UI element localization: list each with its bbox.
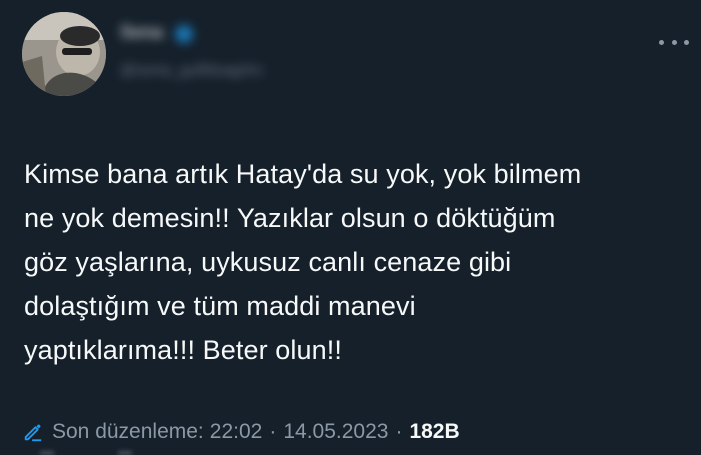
avatar[interactable] — [22, 12, 106, 96]
separator: · — [269, 420, 277, 443]
verified-badge-icon — [175, 24, 194, 43]
edited-label[interactable]: Son düzenleme: — [52, 420, 204, 444]
tweet-meta: Son düzenleme: 22:02 · 14.05.2023 · 182B — [22, 420, 460, 444]
edit-date[interactable]: 14.05.2023 — [283, 420, 388, 444]
display-name[interactable]: Sena — [120, 22, 163, 43]
views-count[interactable]: 182B — [409, 420, 459, 444]
tweet-text: Kimse bana artık Hatay'da su yok, yok bi… — [24, 152, 694, 372]
tweet-text-line: göz yaşlarına, uykusuz canlı cenaze gibi — [24, 247, 512, 277]
more-options-button[interactable] — [659, 32, 689, 52]
author-block[interactable]: Sena @sena_gulfdsagrtrc — [120, 22, 263, 79]
separator: · — [395, 420, 403, 443]
tweet-text-line: yaptıklarıma!!! Beter olun!! — [24, 335, 342, 365]
tweet-text-line: dolaştığım ve tüm maddi manevi — [24, 291, 416, 321]
more-dot — [671, 39, 677, 45]
avatar-photo — [22, 12, 106, 96]
more-horizontal-icon — [659, 39, 664, 45]
cropped-action-bar — [40, 451, 132, 455]
tweet-text-line: ne yok demesin!! Yazıklar olsun o döktüğ… — [24, 203, 556, 233]
tweet-card: Sena @sena_gulfdsagrtrc Kimse bana artık… — [0, 0, 701, 455]
tweet-text-line: Kimse bana artık Hatay'da su yok, yok bi… — [24, 159, 582, 189]
pencil-edit-icon[interactable] — [22, 421, 44, 443]
edit-time[interactable]: 22:02 — [210, 420, 263, 444]
user-handle[interactable]: @sena_gulfdsagrtrc — [120, 62, 263, 80]
more-dot — [684, 39, 689, 45]
